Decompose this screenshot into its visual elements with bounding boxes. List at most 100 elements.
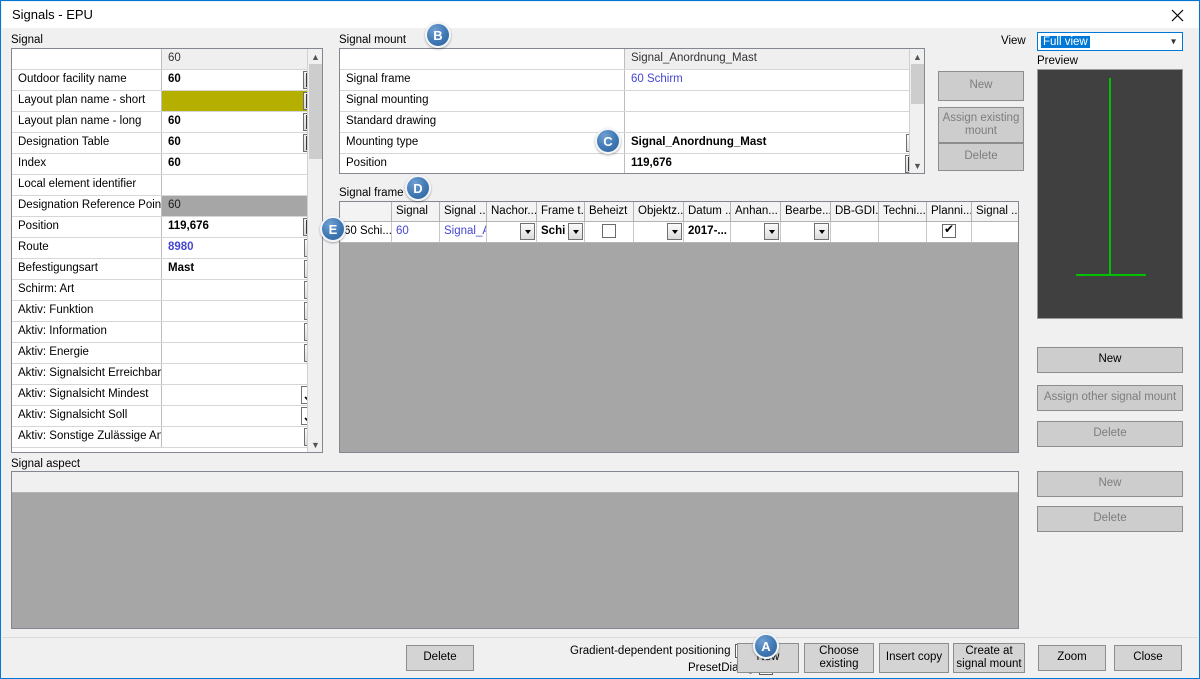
column-header[interactable]: Techni... xyxy=(879,202,927,222)
table-cell[interactable]: 2017-... xyxy=(684,222,731,243)
row-checkbox[interactable] xyxy=(602,224,616,238)
table-row[interactable]: 60 Schi...60Signal_Ar Schi 2017-... xyxy=(340,222,1018,243)
signal-grid-row[interactable]: Befestigungsart Mast xyxy=(12,259,322,280)
signal-grid-row-value[interactable]: 60 xyxy=(162,196,322,216)
table-cell[interactable] xyxy=(879,222,927,243)
chevron-down-icon[interactable] xyxy=(814,223,829,240)
column-header[interactable]: Objektz... xyxy=(634,202,684,222)
signal-grid-row-value[interactable] xyxy=(162,322,322,342)
column-header[interactable]: Nachor... xyxy=(487,202,537,222)
bottom-button-insert-copy[interactable]: Insert copy xyxy=(879,643,949,673)
table-cell[interactable] xyxy=(781,222,831,243)
mount-button-assign-existing-mount[interactable]: Assign existing mount xyxy=(938,107,1024,143)
signal-grid-row-value[interactable] xyxy=(162,385,322,405)
table-cell[interactable] xyxy=(831,222,879,243)
column-header[interactable]: Planni... xyxy=(927,202,972,222)
scroll-down-icon[interactable]: ▼ xyxy=(308,437,322,452)
delete-button[interactable]: Delete xyxy=(406,645,474,671)
chevron-down-icon[interactable] xyxy=(667,223,682,240)
bottom-button-close[interactable]: Close xyxy=(1114,645,1182,671)
column-header[interactable]: Anhan... xyxy=(731,202,781,222)
signal-mount-grid-row-value[interactable]: Signal_Anordnung_Mast xyxy=(625,133,924,153)
column-header[interactable]: Signal xyxy=(392,202,440,222)
signal-grid-row-value[interactable] xyxy=(162,301,322,321)
signal-grid-row-value[interactable] xyxy=(162,280,322,300)
signal-grid-row-value[interactable]: 8980 xyxy=(162,238,322,258)
signal-grid-row[interactable]: Aktiv: Signalsicht Erreichbar xyxy=(12,364,322,385)
table-cell[interactable]: Schi xyxy=(537,222,585,243)
signal-mount-grid-row[interactable]: Mounting type Signal_Anordnung_Mast xyxy=(340,133,924,154)
signal-grid-row-value[interactable] xyxy=(162,91,322,111)
signal-grid-row[interactable]: Layout plan name - short xyxy=(12,91,322,112)
signal-grid-row-value[interactable]: 60 xyxy=(162,112,322,132)
view-select[interactable]: Full view ▾ xyxy=(1037,32,1183,51)
scroll-up-icon[interactable]: ▲ xyxy=(910,49,924,64)
aspect-button-delete[interactable]: Delete xyxy=(1037,506,1183,532)
table-cell[interactable]: 60 xyxy=(392,222,440,243)
signal-grid-scrollbar[interactable]: ▲ ▼ xyxy=(307,49,322,452)
column-header[interactable]: Datum ... xyxy=(684,202,731,222)
table-cell[interactable] xyxy=(731,222,781,243)
scroll-thumb[interactable] xyxy=(911,64,924,104)
scroll-down-icon[interactable]: ▼ xyxy=(910,158,924,173)
mount-button-delete[interactable]: Delete xyxy=(938,143,1024,171)
table-cell[interactable]: Signal_Ar xyxy=(440,222,487,243)
table-cell[interactable] xyxy=(487,222,537,243)
table-cell[interactable]: 60 Schi... xyxy=(340,222,392,243)
signal-frame-table[interactable]: SignalSignal ...Nachor...Frame t...Behei… xyxy=(339,201,1019,453)
aspect-button-new[interactable]: New xyxy=(1037,471,1183,497)
signal-mount-grid-row-value[interactable] xyxy=(625,91,924,111)
column-header[interactable]: Signal ... xyxy=(440,202,487,222)
signal-grid-row-value[interactable] xyxy=(162,406,322,426)
signal-grid-row[interactable]: Aktiv: Energie xyxy=(12,343,322,364)
mount-button-new[interactable]: New xyxy=(938,71,1024,101)
signal-grid-row[interactable]: Aktiv: Signalsicht Soll xyxy=(12,406,322,427)
bottom-button-zoom[interactable]: Zoom xyxy=(1038,645,1106,671)
bottom-button-create-at-signal-mount[interactable]: Create at signal mount xyxy=(953,643,1025,673)
signal-grid-row[interactable]: Index 60 xyxy=(12,154,322,175)
signal-grid-row-value[interactable]: Mast xyxy=(162,259,322,279)
column-header[interactable] xyxy=(340,202,392,222)
scroll-thumb[interactable] xyxy=(309,64,322,159)
column-header[interactable]: DB-GDI... xyxy=(831,202,879,222)
column-header[interactable]: Signal .. xyxy=(972,202,1018,222)
signal-grid-row[interactable]: Outdoor facility name 60 xyxy=(12,70,322,91)
table-cell[interactable] xyxy=(634,222,684,243)
signal-grid-row[interactable]: Route 8980 xyxy=(12,238,322,259)
table-cell[interactable] xyxy=(927,222,972,243)
signal-grid-row-value[interactable]: 60 xyxy=(162,133,322,153)
gradient-dependent-positioning-row[interactable]: Gradient-dependent positioning xyxy=(570,644,750,658)
signal-grid-row[interactable]: Aktiv: Funktion xyxy=(12,301,322,322)
signal-grid-row-value[interactable]: 60 xyxy=(162,70,322,90)
signal-grid-row-value[interactable]: 60 xyxy=(162,154,322,174)
column-header[interactable]: Bearbe... xyxy=(781,202,831,222)
signal-mount-grid-row[interactable]: Position 119,676 xyxy=(340,154,924,173)
signal-grid-row-value[interactable]: 119,676 xyxy=(162,217,322,237)
signal-mount-grid[interactable]: Signal_Anordnung_Mast Signal frame 60 Schi… xyxy=(339,48,925,174)
signal-mount-grid-scrollbar[interactable]: ▲ ▼ xyxy=(909,49,924,173)
signal-grid-row[interactable]: Designation Reference Point 60 xyxy=(12,196,322,217)
close-icon[interactable] xyxy=(1154,2,1199,28)
column-header[interactable]: Beheizt xyxy=(585,202,634,222)
chevron-down-icon[interactable] xyxy=(568,223,583,240)
signal-grid-row[interactable]: Designation Table 60 xyxy=(12,133,322,154)
signal-grid-row[interactable]: Aktiv: Signalsicht Mindest xyxy=(12,385,322,406)
scroll-up-icon[interactable]: ▲ xyxy=(308,49,322,64)
column-header[interactable]: Frame t... xyxy=(537,202,585,222)
right-button-delete[interactable]: Delete xyxy=(1037,421,1183,447)
chevron-down-icon[interactable] xyxy=(520,223,535,240)
right-button-new[interactable]: New xyxy=(1037,347,1183,373)
row-checkbox[interactable] xyxy=(942,222,956,238)
signal-grid-row[interactable]: Schirm: Art xyxy=(12,280,322,301)
signal-grid-row-value[interactable] xyxy=(162,364,322,384)
bottom-button-choose-existing[interactable]: Choose existing xyxy=(804,643,874,673)
table-cell[interactable] xyxy=(972,222,1018,243)
signal-mount-grid-row[interactable]: Signal frame 60 Schirm xyxy=(340,70,924,91)
signal-mount-grid-row[interactable]: Signal mounting xyxy=(340,91,924,112)
signal-aspect-table[interactable] xyxy=(11,471,1019,629)
signal-grid-row-value[interactable] xyxy=(162,175,322,195)
signal-grid-row[interactable]: Position 119,676 xyxy=(12,217,322,238)
chevron-down-icon[interactable] xyxy=(764,223,779,240)
signal-grid-row[interactable]: Layout plan name - long 60 xyxy=(12,112,322,133)
table-cell[interactable] xyxy=(585,222,634,243)
